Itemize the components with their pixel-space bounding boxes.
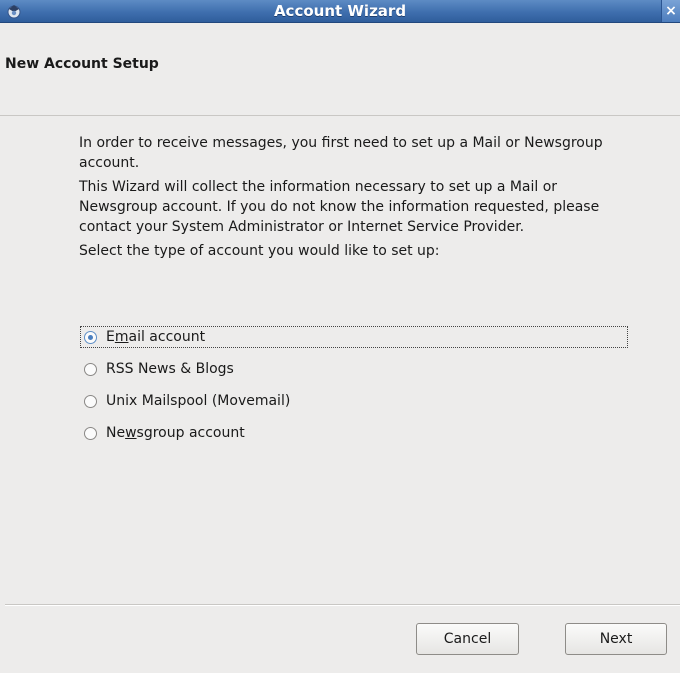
radio-unix-mailspool[interactable]: Unix Mailspool (Movemail) — [80, 390, 628, 412]
page-title: New Account Setup — [5, 56, 159, 72]
radio-unselected-icon[interactable] — [84, 427, 97, 440]
wizard-description: In order to receive messages, you first … — [79, 133, 639, 265]
info-paragraph: This Wizard will collect the information… — [79, 179, 600, 235]
title-bar[interactable]: Account Wizard × — [0, 0, 680, 23]
radio-rss-news-blogs[interactable]: RSS News & Blogs — [80, 358, 628, 380]
radio-newsgroup-account[interactable]: Newsgroup account — [80, 422, 628, 444]
radio-email-account[interactable]: Email account — [80, 326, 628, 348]
radio-label: Unix Mailspool (Movemail) — [106, 393, 291, 409]
window-title: Account Wizard — [273, 2, 407, 20]
cancel-button[interactable]: Cancel — [416, 623, 519, 655]
next-button[interactable]: Next — [565, 623, 667, 655]
account-type-group: Email account RSS News & Blogs Unix Mail… — [80, 326, 628, 454]
footer-divider — [5, 604, 680, 606]
wizard-header: New Account Setup — [0, 23, 680, 116]
close-icon[interactable]: × — [661, 0, 680, 22]
radio-label: Newsgroup account — [106, 425, 245, 441]
radio-selected-icon[interactable] — [84, 331, 97, 344]
radio-unselected-icon[interactable] — [84, 363, 97, 376]
select-prompt: Select the type of account you would lik… — [79, 243, 440, 259]
radio-unselected-icon[interactable] — [84, 395, 97, 408]
radio-label: RSS News & Blogs — [106, 361, 234, 377]
radio-label: Email account — [106, 329, 206, 345]
intro-paragraph: In order to receive messages, you first … — [79, 135, 603, 171]
